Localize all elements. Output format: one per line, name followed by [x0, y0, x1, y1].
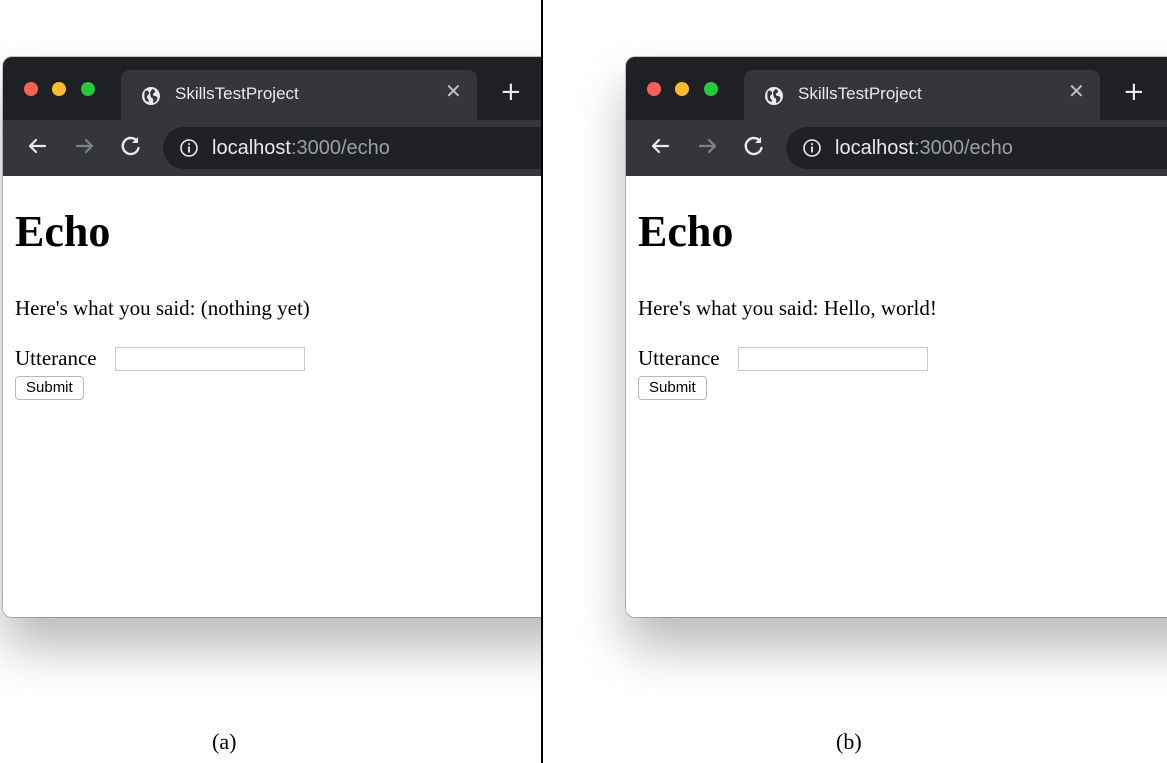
title-bar: SkillsTestProject ✕ +	[626, 57, 1167, 122]
page-content: Echo Here's what you said: (nothing yet)…	[3, 176, 541, 617]
page-content: Echo Here's what you said: Hello, world!…	[626, 176, 1167, 617]
info-icon[interactable]	[802, 138, 822, 158]
globe-icon	[142, 87, 160, 105]
address-bar[interactable]: localhost:3000/echo	[163, 127, 541, 169]
arrow-right-icon[interactable]	[694, 132, 722, 160]
arrow-right-icon[interactable]	[71, 132, 99, 160]
submit-button[interactable]: Submit	[15, 376, 84, 400]
url-host: localhost	[835, 137, 914, 159]
url-text: localhost:3000/echo	[212, 137, 390, 160]
tab-title: SkillsTestProject	[175, 84, 299, 103]
browser-window: SkillsTestProject ✕ + localhost:3000/ech…	[3, 57, 541, 617]
tab-title: SkillsTestProject	[798, 84, 922, 103]
utterance-label: Utterance	[15, 346, 97, 370]
echo-output: Here's what you said: (nothing yet)	[15, 296, 310, 320]
minimize-window-button[interactable]	[675, 82, 689, 96]
arrow-left-icon[interactable]	[646, 132, 674, 160]
panel-caption: (a)	[212, 729, 237, 754]
reload-icon[interactable]	[117, 132, 145, 160]
submit-button[interactable]: Submit	[638, 376, 707, 400]
globe-icon	[765, 87, 783, 105]
page-heading: Echo	[638, 207, 734, 256]
minimize-window-button[interactable]	[52, 82, 66, 96]
panel-a: SkillsTestProject ✕ + localhost:3000/ech…	[0, 0, 541, 763]
reload-icon[interactable]	[740, 132, 768, 160]
close-icon[interactable]: ✕	[445, 81, 462, 101]
address-bar[interactable]: localhost:3000/echo	[786, 127, 1167, 169]
url-path: :3000/echo	[290, 137, 390, 159]
close-window-button[interactable]	[24, 82, 38, 96]
browser-toolbar: localhost:3000/echo	[3, 120, 541, 176]
panel-caption: (b)	[836, 729, 862, 754]
zoom-window-button[interactable]	[81, 82, 95, 96]
browser-tab[interactable]: SkillsTestProject ✕	[121, 70, 477, 122]
utterance-input[interactable]	[115, 347, 305, 371]
title-bar: SkillsTestProject ✕ +	[3, 57, 541, 122]
panel-b: SkillsTestProject ✕ + localhost:3000/ech…	[543, 0, 1167, 763]
browser-tab[interactable]: SkillsTestProject ✕	[744, 70, 1100, 122]
plus-icon[interactable]: +	[1123, 79, 1145, 105]
utterance-input[interactable]	[738, 347, 928, 371]
url-host: localhost	[212, 137, 291, 159]
browser-toolbar: localhost:3000/echo	[626, 120, 1167, 176]
info-icon[interactable]	[179, 138, 199, 158]
arrow-left-icon[interactable]	[23, 132, 51, 160]
plus-icon[interactable]: +	[500, 79, 522, 105]
close-window-button[interactable]	[647, 82, 661, 96]
echo-output: Here's what you said: Hello, world!	[638, 296, 937, 320]
utterance-label: Utterance	[638, 346, 720, 370]
url-path: :3000/echo	[913, 137, 1013, 159]
browser-window: SkillsTestProject ✕ + localhost:3000/ech…	[626, 57, 1167, 617]
close-icon[interactable]: ✕	[1068, 81, 1085, 101]
zoom-window-button[interactable]	[704, 82, 718, 96]
page-heading: Echo	[15, 207, 111, 256]
url-text: localhost:3000/echo	[835, 137, 1013, 160]
